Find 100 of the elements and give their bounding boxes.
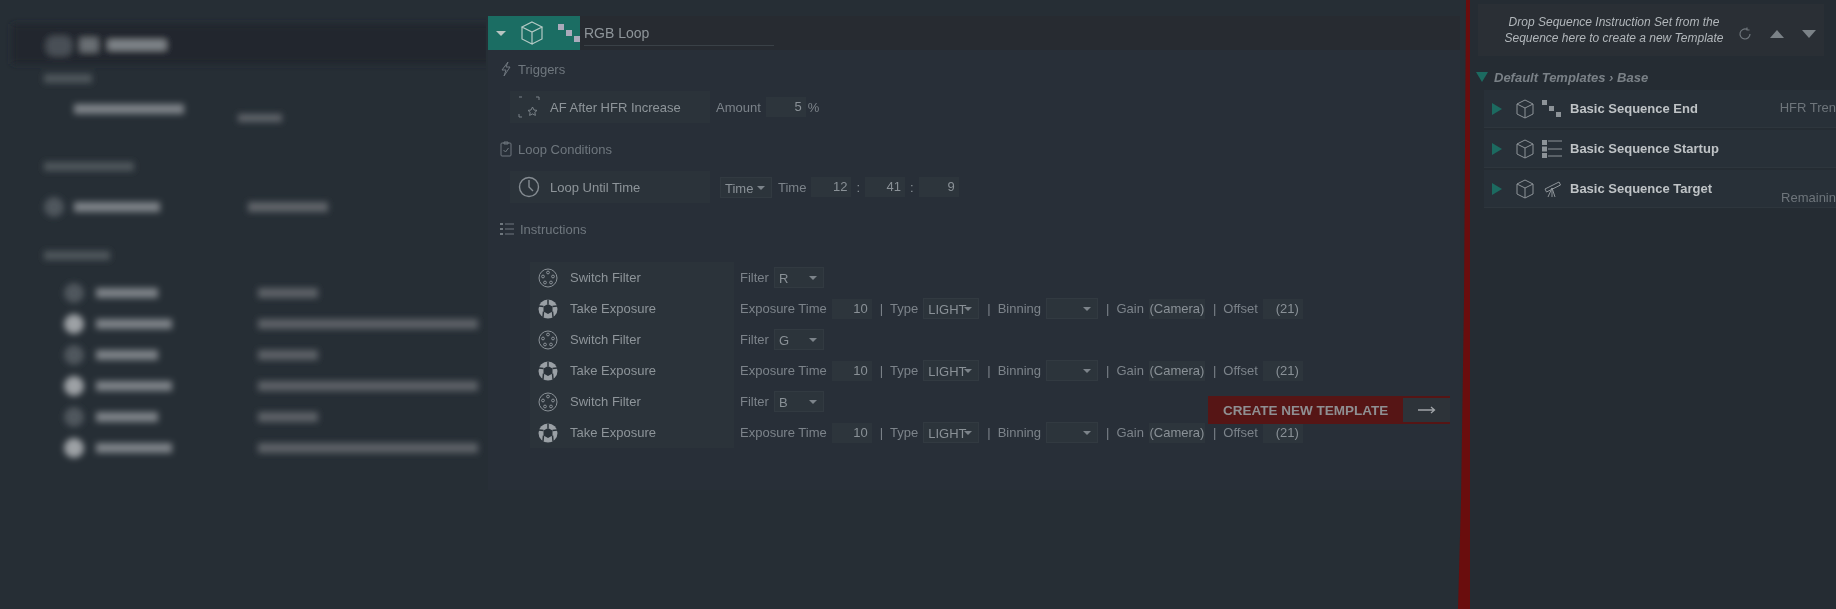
telescope-icon <box>1542 179 1562 198</box>
box-icon <box>1516 138 1534 159</box>
time-separator: : <box>910 179 914 195</box>
gain-field[interactable]: (Camera) <box>1148 422 1205 443</box>
amount-field[interactable]: 5 <box>765 97 806 117</box>
exposure-field[interactable]: 10 <box>831 422 872 443</box>
exposure-field[interactable]: 10 <box>831 298 872 319</box>
field-label: Exposure Time <box>740 425 827 440</box>
unit-label: % <box>807 99 820 115</box>
field-label: Binning <box>997 363 1042 378</box>
box-icon <box>1516 98 1534 119</box>
mode-dropdown[interactable]: Time <box>720 176 772 198</box>
section-title: Instructions <box>520 221 587 237</box>
field-label: Exposure Time <box>740 301 827 316</box>
type-dropdown[interactable]: LIGHT <box>923 298 980 319</box>
template-item[interactable]: Basic Sequence Startup <box>1484 130 1836 168</box>
instruction-name: Take Exposure <box>570 301 656 316</box>
instruction-name: Switch Filter <box>570 270 641 285</box>
field-label: Offset <box>1223 301 1258 316</box>
field-label: Type <box>890 363 919 378</box>
steps-icon <box>558 24 580 42</box>
exposure-field[interactable]: 10 <box>831 360 872 381</box>
field-label: Amount <box>716 99 761 115</box>
type-dropdown[interactable]: LIGHT <box>923 422 980 443</box>
filter-wheel-icon <box>538 329 558 350</box>
separator-text: | <box>1106 363 1110 378</box>
filter-dropdown[interactable]: R <box>773 267 824 288</box>
steps-icon <box>1542 99 1562 118</box>
template-note: Remainin <box>1781 190 1836 205</box>
field-label: Filter <box>740 270 769 285</box>
field-label: Time <box>778 179 807 195</box>
separator-text: | <box>1212 425 1217 440</box>
time-field[interactable]: 9 <box>918 177 959 197</box>
filter-wheel-icon <box>538 267 558 288</box>
type-dropdown[interactable]: LIGHT <box>923 360 980 381</box>
offset-field[interactable]: (21) <box>1262 298 1303 319</box>
field-label: Gain <box>1116 425 1144 440</box>
sequence-title-field[interactable]: RGB Loop <box>584 20 774 46</box>
field-label: Binning <box>997 301 1042 316</box>
aperture-icon <box>538 422 558 443</box>
field-label: Binning <box>997 425 1042 440</box>
condition-name: Loop Until Time <box>550 179 641 195</box>
separator-text: | <box>1106 301 1110 316</box>
separator-text: | <box>879 425 884 440</box>
field-label: Offset <box>1223 363 1258 378</box>
instruction-name: Take Exposure <box>570 425 656 440</box>
time-field[interactable]: 12 <box>811 177 852 197</box>
section-title: Loop Conditions <box>518 141 612 157</box>
template-note: HFR Tren <box>1779 100 1836 115</box>
template-name: Basic Sequence Startup <box>1570 141 1719 156</box>
expand-icon[interactable] <box>1492 182 1502 195</box>
aperture-icon <box>538 360 558 381</box>
list-icon <box>500 222 514 236</box>
separator-text: | <box>879 301 884 316</box>
separator-text: | <box>1106 425 1110 440</box>
aperture-icon <box>538 298 558 319</box>
separator-text: | <box>1212 301 1217 316</box>
filter-dropdown[interactable]: G <box>773 329 824 350</box>
template-group-title[interactable]: Default Templates › Base <box>1494 69 1649 85</box>
template-name: Basic Sequence End <box>1570 101 1698 116</box>
time-field[interactable]: 41 <box>865 177 906 197</box>
gain-field[interactable]: (Camera) <box>1148 360 1205 381</box>
clipboard-icon <box>500 141 512 157</box>
trigger-name: AF After HFR Increase <box>550 99 681 115</box>
time-separator: : <box>856 179 861 195</box>
separator-text: | <box>987 425 991 440</box>
offset-field[interactable]: (21) <box>1262 422 1303 443</box>
instruction-name: Switch Filter <box>570 332 641 347</box>
separator-text: | <box>987 363 991 378</box>
expand-icon[interactable] <box>1492 142 1502 155</box>
lightning-icon <box>500 61 512 77</box>
move-down-icon[interactable] <box>1802 30 1816 38</box>
field-label: Filter <box>740 394 769 409</box>
template-name: Basic Sequence Target <box>1570 181 1713 196</box>
field-label: Type <box>890 425 919 440</box>
autofocus-star-icon <box>518 96 540 118</box>
template-item[interactable]: Basic Sequence End HFR Tren <box>1484 90 1836 128</box>
separator-text: | <box>987 301 991 316</box>
instruction-name: Take Exposure <box>570 363 656 378</box>
move-up-icon[interactable] <box>1770 30 1784 38</box>
refresh-icon[interactable] <box>1738 27 1752 41</box>
offset-field[interactable]: (21) <box>1262 360 1303 381</box>
filter-dropdown[interactable]: B <box>773 391 824 412</box>
separator-text: | <box>1212 363 1217 378</box>
clock-icon <box>518 176 540 198</box>
list-icon <box>1542 139 1562 158</box>
field-label: Exposure Time <box>740 363 827 378</box>
caret-icon[interactable] <box>496 30 506 36</box>
field-label: Gain <box>1116 301 1144 316</box>
filter-wheel-icon <box>538 391 558 412</box>
create-template-button[interactable]: CREATE NEW TEMPLATE <box>1208 396 1450 424</box>
box-icon <box>520 20 544 46</box>
field-label: Gain <box>1116 363 1144 378</box>
drop-hint: Drop Sequence Instruction Set from the Sequence here to create a new Template <box>1504 14 1724 46</box>
field-label: Type <box>890 301 919 316</box>
template-item[interactable]: Basic Sequence Target Remainin <box>1484 170 1836 208</box>
field-label: Offset <box>1223 425 1258 440</box>
gain-field[interactable]: (Camera) <box>1148 298 1205 319</box>
arrow-icon <box>1417 406 1436 414</box>
expand-icon[interactable] <box>1492 102 1502 115</box>
